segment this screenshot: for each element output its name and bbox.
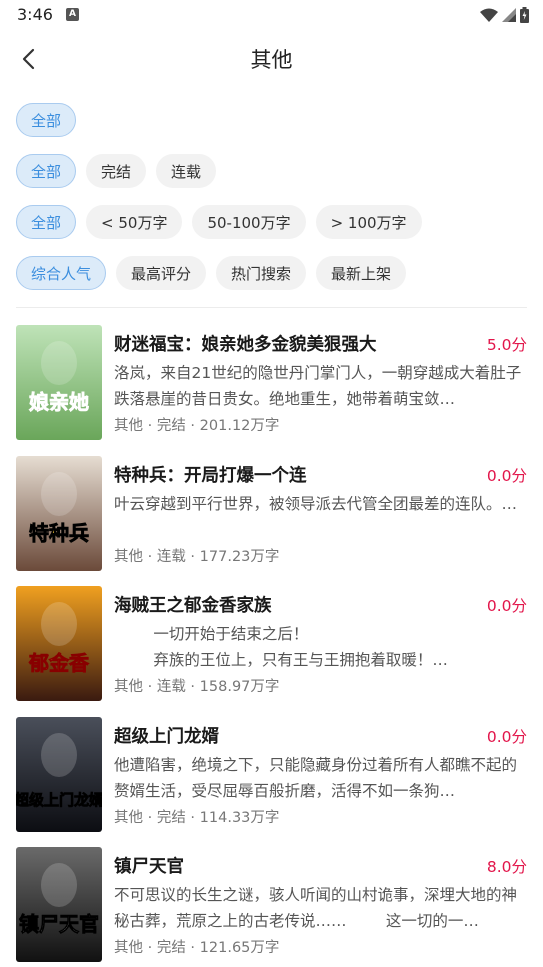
book-meta: 其他 · 完结 · 201.12万字	[114, 418, 280, 434]
filter-chip[interactable]: < 50万字	[86, 205, 183, 239]
wifi-icon	[480, 8, 498, 22]
divider	[16, 307, 527, 308]
book-item[interactable]: 镇尸天官 镇尸天官 8.0分 不可思议的长生之谜，骇人听闻的山村诡事，深埋大地的神秘古…	[16, 847, 527, 963]
filter-chip[interactable]: 综合人气	[16, 256, 107, 290]
book-meta: 其他 · 连载 · 177.23万字	[114, 549, 280, 565]
book-score: 0.0分	[486, 728, 527, 746]
filter-row-sort: 综合人气 最高评分 热门搜索 最新上架	[16, 256, 407, 290]
book-meta: 其他 · 连载 · 158.97万字	[114, 679, 280, 695]
filter-row-wordcount: 全部 < 50万字 50-100万字 > 100万字	[16, 205, 422, 239]
book-desc: 叶云穿越到平行世界，被领导派去代管全团最差的连队。…	[114, 495, 518, 513]
book-score: 8.0分	[486, 858, 527, 876]
book-item[interactable]: 娘亲她 财迷福宝：娘亲她多金貌美狠强大 5.0分洛岚，来自21世纪的隐世丹门掌门人，…	[16, 325, 527, 441]
filter-chip[interactable]: 全部	[16, 103, 77, 137]
filter-chip[interactable]: 全部	[16, 205, 77, 239]
book-title: 特种兵：开局打爆一个连	[114, 466, 307, 486]
filter-chip[interactable]: 全部	[16, 154, 77, 188]
svg-text:超级上门龙婿: 超级上门龙婿	[16, 791, 102, 809]
notification-icon: A	[66, 8, 79, 21]
signal-icon	[502, 8, 516, 22]
filter-chip[interactable]: 连载	[156, 154, 217, 188]
book-meta: 其他 · 完结 · 121.65万字	[114, 940, 280, 956]
filter-row-category: 全部	[16, 103, 77, 137]
filter-chip[interactable]: > 100万字	[315, 205, 422, 239]
svg-text:镇尸天官: 镇尸天官	[19, 912, 99, 936]
filter-chip[interactable]: 热门搜索	[216, 256, 307, 290]
filter-chip[interactable]: 最高评分	[116, 256, 207, 290]
book-title: 海贼王之郁金香家族	[114, 596, 272, 616]
book-cover: 镇尸天官	[16, 847, 102, 962]
book-desc: 不可思议的长生之谜，骇人听闻的山村诡事，深埋大地的神秘古葬，荒原之上的古老传说……	[114, 886, 518, 930]
status-time: 3:46	[17, 5, 53, 24]
book-cover: 超级上门龙婿	[16, 717, 102, 832]
book-score: 0.0分	[486, 467, 527, 485]
battery-icon	[520, 7, 529, 23]
svg-text:特种兵: 特种兵	[29, 521, 89, 545]
filter-chip[interactable]: 50-100万字	[192, 205, 306, 239]
filter-chip[interactable]: 完结	[86, 154, 147, 188]
book-cover: 娘亲她	[16, 325, 102, 440]
svg-text:郁金香: 郁金香	[28, 651, 90, 675]
book-desc: 一切开始于结束之后！ 弃族的王位上，只有王与王拥抱着取暖！…	[153, 625, 448, 669]
book-score: 5.0分	[486, 336, 527, 354]
book-item[interactable]: 郁金香 海贼王之郁金香家族 0.0分 一切开始于结束之后！ 弃族的王位上，只有王与王…	[16, 586, 527, 702]
book-item[interactable]: 超级上门龙婿 超级上门龙婿 0.0分 他遭陷害，绝境之下，只能隐藏身份过着所有人都瞧不…	[16, 717, 527, 833]
book-title: 超级上门龙婿	[114, 727, 219, 747]
book-score: 0.0分	[486, 597, 527, 615]
book-title: 财迷福宝：娘亲她多金貌美狠强大	[114, 335, 377, 355]
nav-bar: 其他	[0, 30, 543, 86]
book-desc: 洛岚，来自21世纪的隐世丹门掌门人，一朝穿越成大着肚子跌落悬崖的昔日贵女。绝地重…	[114, 364, 522, 408]
svg-text:娘亲她: 娘亲她	[29, 390, 89, 414]
page-title: 其他	[250, 48, 293, 72]
book-title: 镇尸天官	[114, 857, 184, 877]
filter-row-status: 全部 完结 连载	[16, 154, 217, 188]
filter-chip[interactable]: 最新上架	[316, 256, 407, 290]
status-bar: 3:46 A	[0, 0, 543, 30]
book-item[interactable]: 特种兵 特种兵：开局打爆一个连 0.0分叶云穿越到平行世界，被领导派去代管全团最差的…	[16, 456, 527, 572]
book-cover: 特种兵	[16, 456, 102, 571]
book-desc: 他遭陷害，绝境之下，只能隐藏身份过着所有人都瞧不起的赘婿生活，受尽屈辱百般折磨，…	[114, 756, 518, 800]
status-icons	[480, 6, 529, 24]
book-meta: 其他 · 完结 · 114.33万字	[114, 810, 280, 826]
book-cover: 郁金香	[16, 586, 102, 701]
